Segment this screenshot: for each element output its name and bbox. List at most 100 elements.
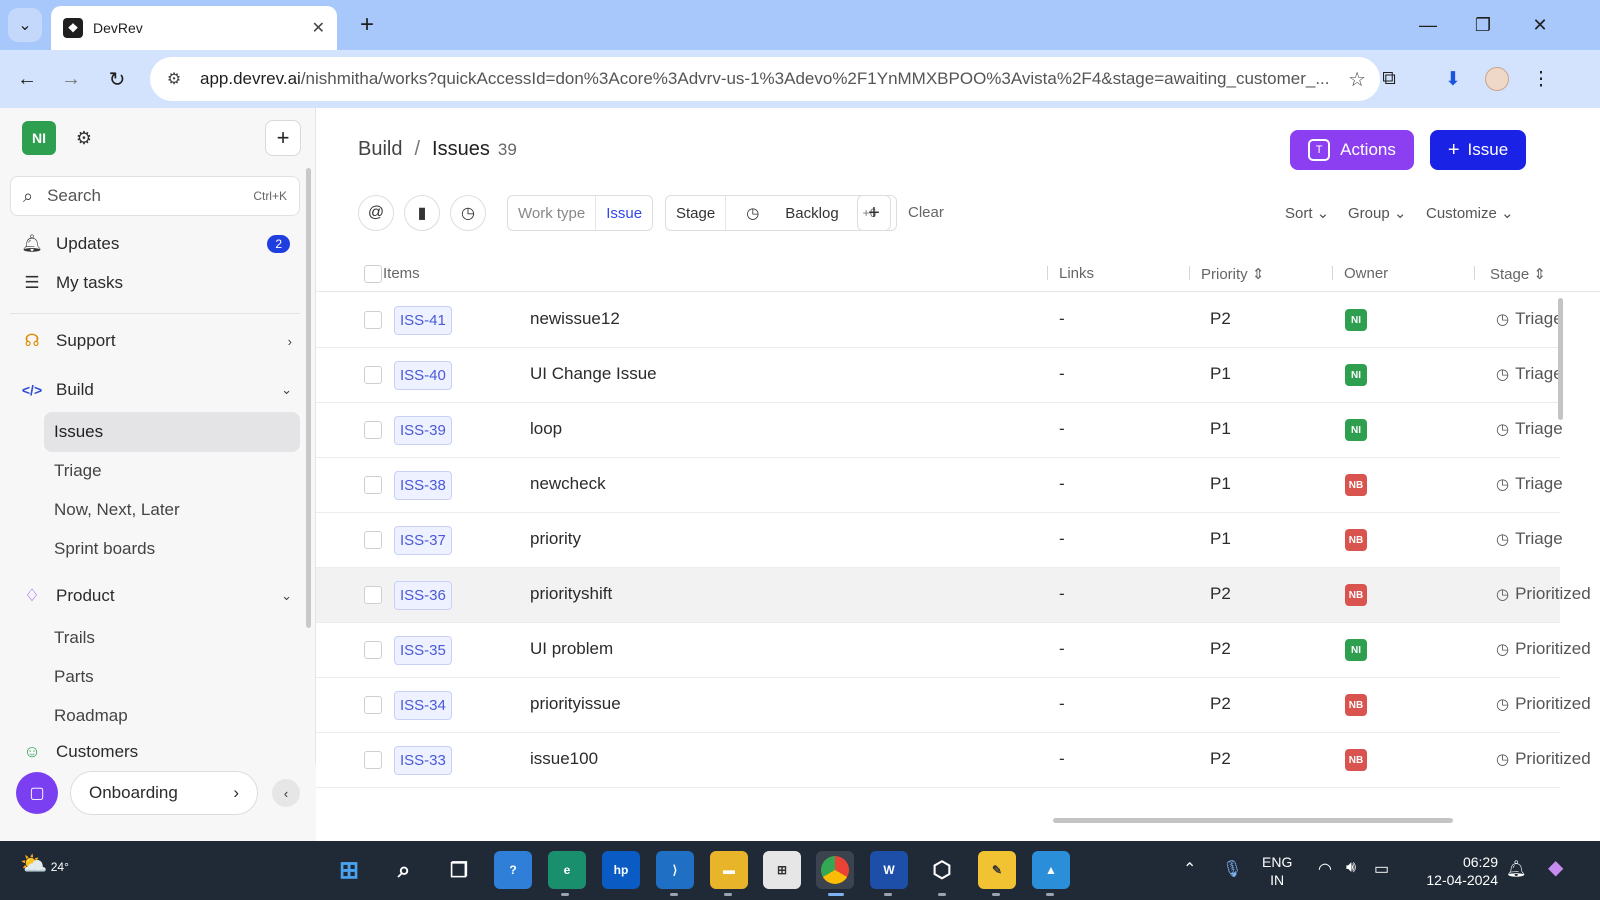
add-filter-button[interactable]: + — [857, 195, 891, 231]
issue-priority[interactable]: P2 — [1210, 639, 1231, 659]
microphone-icon[interactable]: 🎙︎ — [1222, 859, 1242, 879]
taskbar-search-icon[interactable]: ⌕ — [385, 851, 423, 889]
actions-button[interactable]: T Actions — [1290, 130, 1414, 170]
word-icon[interactable]: W — [870, 851, 908, 889]
vscode-icon[interactable]: ⟩ — [656, 851, 694, 889]
issue-title[interactable]: newcheck — [530, 474, 606, 494]
issue-stage[interactable]: ◷ Prioritized — [1496, 749, 1591, 769]
row-checkbox[interactable] — [364, 696, 382, 714]
worktype-filter[interactable]: Work type Issue — [507, 195, 654, 231]
issue-title[interactable]: priorityissue — [530, 694, 621, 714]
issue-stage[interactable]: ◷ Prioritized — [1496, 639, 1591, 659]
issue-id[interactable]: ISS-39 — [394, 416, 452, 445]
table-row[interactable]: ISS-36 priorityshift - P2 NB ◷ Prioritized — [316, 568, 1591, 623]
site-info-icon[interactable]: ⚙ — [156, 61, 192, 97]
table-row[interactable]: ISS-40 UI Change Issue - P1 NI ◷ Triage — [316, 348, 1563, 403]
bookmark-star-icon[interactable]: ☆ — [1348, 67, 1366, 92]
mention-filter-icon[interactable]: @ — [358, 195, 394, 231]
new-issue-button[interactable]: + Issue — [1430, 130, 1526, 170]
notification-bell-icon[interactable]: 🔔︎ — [1506, 859, 1526, 879]
sidebar-scrollbar[interactable] — [306, 168, 311, 628]
battery-icon[interactable]: ▭ — [1374, 859, 1389, 879]
edge-browser-icon[interactable]: e — [548, 851, 586, 889]
issue-priority[interactable]: P2 — [1210, 749, 1231, 769]
table-row[interactable]: ISS-35 UI problem - P2 NI ◷ Prioritized — [316, 623, 1591, 678]
sidebar-item-support[interactable]: ☊ Support › — [20, 323, 300, 359]
chevron-up-icon[interactable]: ⌃ — [1183, 859, 1196, 879]
issue-id[interactable]: ISS-34 — [394, 691, 452, 720]
issue-id[interactable]: ISS-40 — [394, 361, 452, 390]
issue-title[interactable]: issue100 — [530, 749, 598, 769]
myhp-icon[interactable]: hp — [602, 851, 640, 889]
owner-avatar[interactable]: NB — [1345, 474, 1367, 496]
breadcrumb-build[interactable]: Build — [358, 138, 402, 161]
issue-stage[interactable]: ◷ Triage — [1496, 529, 1563, 549]
table-horizontal-scrollbar[interactable] — [1053, 818, 1453, 823]
table-row[interactable]: ISS-37 priority - P1 NB ◷ Triage — [316, 513, 1563, 568]
table-vertical-scrollbar[interactable] — [1558, 298, 1563, 420]
table-row[interactable]: ISS-34 priorityissue - P2 NB ◷ Prioritized — [316, 678, 1591, 733]
row-checkbox[interactable] — [364, 476, 382, 494]
issue-priority[interactable]: P2 — [1210, 309, 1231, 329]
settings-gear-icon[interactable]: ⚙ — [70, 124, 98, 152]
group-button[interactable]: Group ⌄ — [1348, 204, 1406, 222]
issue-id[interactable]: ISS-33 — [394, 746, 452, 775]
sidebar-item-trails[interactable]: Trails — [44, 618, 300, 658]
owner-avatar[interactable]: NI — [1345, 639, 1367, 661]
wifi-icon[interactable]: ◠ — [1318, 859, 1332, 879]
sidebar-item-my-tasks[interactable]: ☰ My tasks — [20, 265, 300, 301]
issue-stage[interactable]: ◷ Triage — [1496, 364, 1563, 384]
row-checkbox[interactable] — [364, 311, 382, 329]
sidebar-item-product[interactable]: ♢ Product ⌄ — [20, 578, 300, 614]
table-row[interactable]: ISS-41 newissue12 - P2 NI ◷ Triage — [316, 293, 1563, 348]
sidebar-item-updates[interactable]: 🔔︎ Updates 2 — [20, 226, 300, 262]
address-bar[interactable]: ⚙ app.devrev.ai/nishmitha/works?quickAcc… — [150, 57, 1380, 101]
select-all-checkbox[interactable] — [364, 265, 382, 283]
issue-title[interactable]: UI problem — [530, 639, 613, 659]
issue-stage[interactable]: ◷ Triage — [1496, 419, 1563, 439]
owner-avatar[interactable]: NB — [1345, 584, 1367, 606]
extensions-icon[interactable]: ⧉ — [1372, 62, 1406, 96]
issue-stage[interactable]: ◷ Prioritized — [1496, 694, 1591, 714]
sticky-app-icon[interactable]: ✎ — [978, 851, 1016, 889]
search-input[interactable]: ⌕ Search Ctrl+K — [10, 176, 300, 216]
onboarding-button[interactable]: Onboarding › — [70, 771, 258, 815]
table-row[interactable]: ISS-39 loop - P1 NI ◷ Triage — [316, 403, 1563, 458]
customize-button[interactable]: Customize ⌄ — [1426, 204, 1514, 222]
owner-avatar[interactable]: NI — [1345, 309, 1367, 331]
url-text[interactable]: app.devrev.ai/nishmitha/works?quickAcces… — [200, 69, 1330, 89]
column-stage[interactable]: Stage ⇕ — [1490, 265, 1546, 283]
issue-title[interactable]: priorityshift — [530, 584, 612, 604]
row-checkbox[interactable] — [364, 421, 382, 439]
sidebar-item-parts[interactable]: Parts — [44, 657, 300, 697]
column-items[interactable]: Items — [383, 265, 420, 282]
clear-filters-button[interactable]: Clear — [908, 204, 944, 221]
column-owner[interactable]: Owner — [1344, 265, 1388, 282]
issue-stage[interactable]: ◷ Triage — [1496, 309, 1563, 329]
table-row[interactable]: ISS-33 issue100 - P2 NB ◷ Prioritized — [316, 733, 1591, 788]
row-checkbox[interactable] — [364, 641, 382, 659]
create-button[interactable]: + — [265, 120, 301, 156]
close-tab-icon[interactable]: ✕ — [312, 18, 325, 38]
issue-id[interactable]: ISS-37 — [394, 526, 452, 555]
new-tab-button[interactable]: + — [352, 10, 382, 40]
chrome-icon[interactable] — [816, 851, 854, 889]
weather-widget[interactable]: ⛅ 24° — [20, 851, 69, 877]
owner-avatar[interactable]: NB — [1345, 694, 1367, 716]
collapse-sidebar-button[interactable]: ‹ — [272, 779, 300, 807]
ms-store-icon[interactable]: ⊞ — [763, 851, 801, 889]
row-checkbox[interactable] — [364, 586, 382, 604]
issue-priority[interactable]: P1 — [1210, 474, 1231, 494]
row-checkbox[interactable] — [364, 366, 382, 384]
sidebar-item-now-next-later[interactable]: Now, Next, Later — [44, 490, 300, 530]
issue-priority[interactable]: P2 — [1210, 694, 1231, 714]
reload-icon[interactable]: ↻ — [100, 62, 134, 96]
column-links[interactable]: Links — [1059, 265, 1094, 282]
issue-priority[interactable]: P1 — [1210, 419, 1231, 439]
row-checkbox[interactable] — [364, 751, 382, 769]
sidebar-item-customers[interactable]: ☺ Customers — [20, 742, 300, 762]
sort-button[interactable]: Sort ⌄ — [1285, 204, 1329, 222]
back-icon[interactable]: ← — [10, 62, 44, 96]
issue-id[interactable]: ISS-41 — [394, 306, 452, 335]
task-view-icon[interactable]: ❐ — [440, 851, 478, 889]
